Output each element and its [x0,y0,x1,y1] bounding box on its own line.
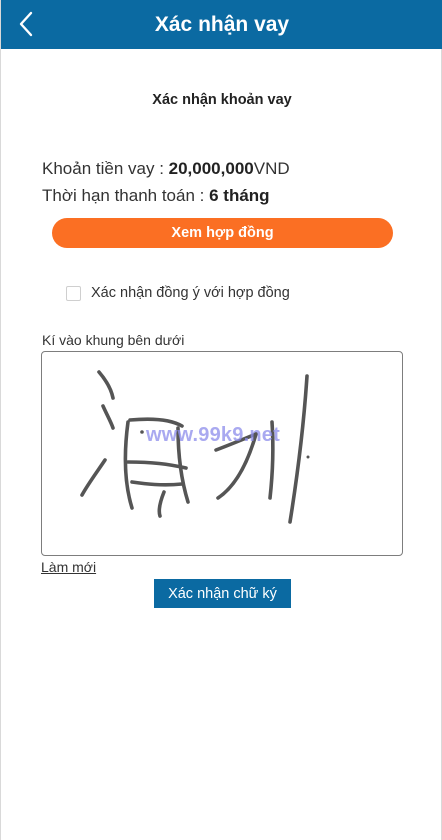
signature-label: Kí vào khung bên dưới [42,332,185,348]
loan-term-label: Thời hạn thanh toán : [42,186,210,205]
signature-pad[interactable] [41,351,403,556]
loan-term-row: Thời hạn thanh toán : 6 tháng [42,186,270,206]
agree-checkbox[interactable] [66,285,81,301]
back-button[interactable] [11,8,41,40]
agree-checkbox-row[interactable]: Xác nhận đồng ý với hợp đồng [66,285,290,301]
app-header: Xác nhận vay [1,0,442,49]
agree-label: Xác nhận đồng ý với hợp đồng [91,285,290,301]
chevron-left-icon [19,11,33,37]
loan-amount-unit: VND [253,159,290,178]
loan-amount-label: Khoản tiền vay : [42,159,169,178]
watermark-text: www.99k9.net [146,424,280,446]
confirm-signature-button[interactable]: Xác nhận chữ ký [154,579,291,608]
signature-strokes [80,370,310,524]
loan-amount-row: Khoản tiền vay : 20,000,000VND [42,159,290,179]
page-title: Xác nhận vay [154,12,290,36]
loan-term-value: 6 tháng [209,186,270,205]
section-title: Xác nhận khoản vay [152,92,292,108]
view-contract-button[interactable]: Xem hợp đồng [52,218,393,248]
loan-amount-value: 20,000,000 [168,159,254,178]
reset-signature-link[interactable]: Làm mới [41,559,96,575]
